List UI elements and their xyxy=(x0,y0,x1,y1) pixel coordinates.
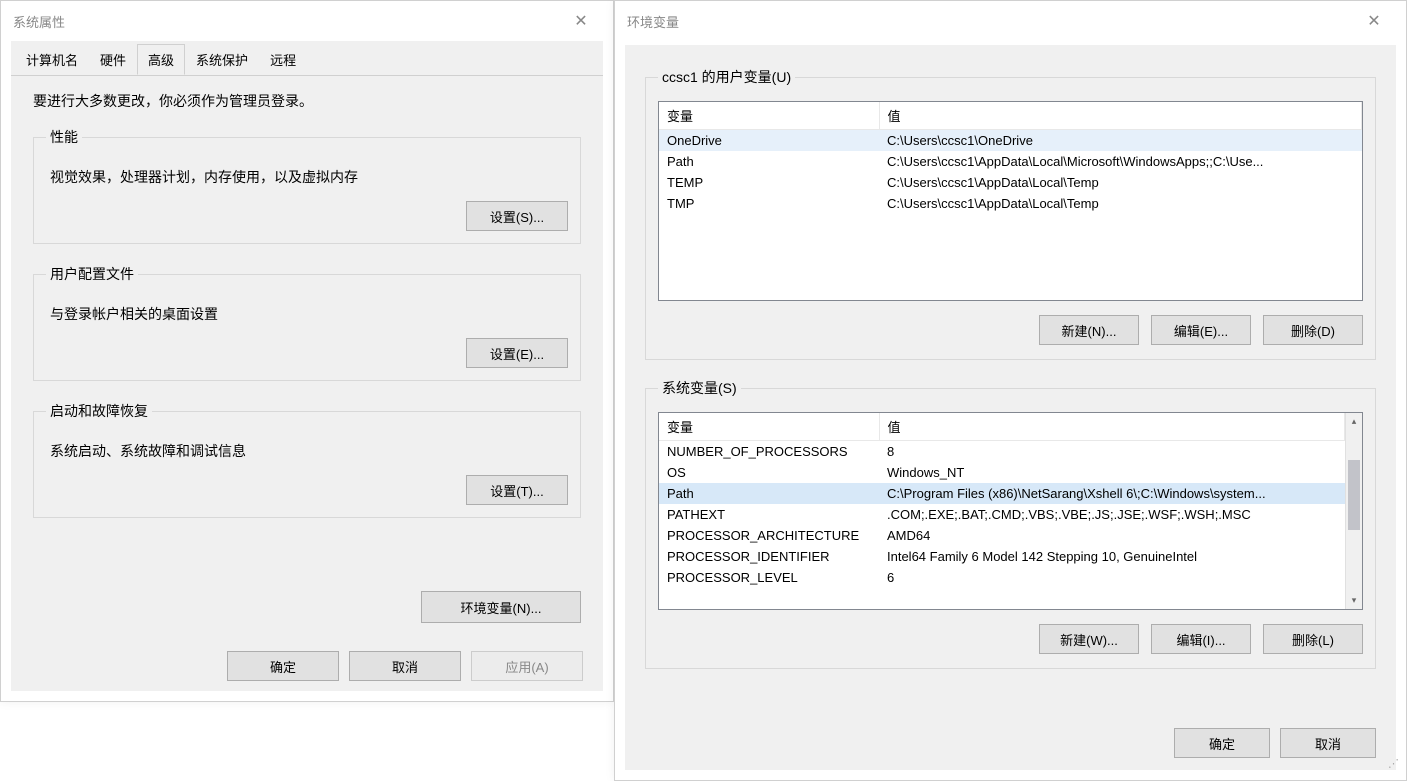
var-value-cell[interactable]: .COM;.EXE;.BAT;.CMD;.VBS;.VBE;.JS;.JSE;.… xyxy=(879,504,1345,525)
var-name-cell[interactable]: TMP xyxy=(659,193,879,214)
system-variables-table[interactable]: 变量 值 NUMBER_OF_PROCESSORS8OSWindows_NTPa… xyxy=(659,413,1345,588)
var-value-cell[interactable]: C:\Users\ccsc1\AppData\Local\Temp xyxy=(879,172,1362,193)
apply-button: 应用(A) xyxy=(471,651,583,681)
admin-note: 要进行大多数更改，你必须作为管理员登录。 xyxy=(33,91,581,111)
startup-recovery-desc: 系统启动、系统故障和调试信息 xyxy=(50,441,568,461)
tab-strip: 计算机名 硬件 高级 系统保护 远程 xyxy=(11,44,603,76)
sys-delete-button[interactable]: 删除(L) xyxy=(1263,624,1363,654)
user-profiles-legend: 用户配置文件 xyxy=(46,264,138,284)
user-profiles-settings-button[interactable]: 设置(E)... xyxy=(466,338,568,368)
table-header-row[interactable]: 变量 值 xyxy=(659,102,1362,130)
table-row[interactable]: PROCESSOR_LEVEL6 xyxy=(659,567,1345,588)
table-row[interactable]: NUMBER_OF_PROCESSORS8 xyxy=(659,441,1345,463)
sys-edit-button[interactable]: 编辑(I)... xyxy=(1151,624,1251,654)
var-name-cell[interactable]: OS xyxy=(659,462,879,483)
startup-recovery-settings-button[interactable]: 设置(T)... xyxy=(466,475,568,505)
system-properties-dialog: 系统属性 ✕ 计算机名 硬件 高级 系统保护 远程 要进行大多数更改，你必须作为… xyxy=(0,0,614,702)
col-value[interactable]: 值 xyxy=(879,413,1345,441)
var-value-cell[interactable]: 8 xyxy=(879,441,1345,463)
user-variables-legend: ccsc1 的用户变量(U) xyxy=(658,67,795,87)
cancel-button[interactable]: 取消 xyxy=(1280,728,1376,758)
env-dialog-buttons: 确定 取消 xyxy=(645,700,1376,758)
env-body: ccsc1 的用户变量(U) 变量 值 OneDriveC:\Users\ccs… xyxy=(625,45,1396,770)
ok-button[interactable]: 确定 xyxy=(227,651,339,681)
table-row[interactable]: TMPC:\Users\ccsc1\AppData\Local\Temp xyxy=(659,193,1362,214)
table-row[interactable]: PROCESSOR_ARCHITECTUREAMD64 xyxy=(659,525,1345,546)
table-row[interactable]: PathC:\Program Files (x86)\NetSarang\Xsh… xyxy=(659,483,1345,504)
performance-group: 性能 视觉效果，处理器计划，内存使用，以及虚拟内存 设置(S)... xyxy=(33,127,581,244)
system-properties-buttons: 确定 取消 应用(A) xyxy=(11,641,603,691)
user-delete-button[interactable]: 删除(D) xyxy=(1263,315,1363,345)
var-value-cell[interactable]: C:\Users\ccsc1\AppData\Local\Microsoft\W… xyxy=(879,151,1362,172)
var-name-cell[interactable]: PROCESSOR_LEVEL xyxy=(659,567,879,588)
scroll-down-icon[interactable]: ▾ xyxy=(1346,592,1362,609)
scroll-track[interactable] xyxy=(1346,430,1362,592)
tab-computer-name[interactable]: 计算机名 xyxy=(15,44,89,75)
system-variables-group: 系统变量(S) 变量 值 NUMBER_OF_PROCESSORS8OSWind… xyxy=(645,378,1376,669)
var-name-cell[interactable]: NUMBER_OF_PROCESSORS xyxy=(659,441,879,463)
col-variable[interactable]: 变量 xyxy=(659,102,879,130)
var-value-cell[interactable]: Intel64 Family 6 Model 142 Stepping 10, … xyxy=(879,546,1345,567)
tab-hardware[interactable]: 硬件 xyxy=(89,44,137,75)
titlebar[interactable]: 系统属性 ✕ xyxy=(1,1,613,41)
ok-button[interactable]: 确定 xyxy=(1174,728,1270,758)
performance-desc: 视觉效果，处理器计划，内存使用，以及虚拟内存 xyxy=(50,167,568,187)
table-row[interactable]: PROCESSOR_IDENTIFIERIntel64 Family 6 Mod… xyxy=(659,546,1345,567)
close-icon[interactable]: ✕ xyxy=(561,1,601,41)
tab-system-protection[interactable]: 系统保护 xyxy=(185,44,259,75)
var-name-cell[interactable]: OneDrive xyxy=(659,130,879,152)
scroll-thumb[interactable] xyxy=(1348,460,1360,530)
var-name-cell[interactable]: Path xyxy=(659,483,879,504)
table-header-row[interactable]: 变量 值 xyxy=(659,413,1345,441)
sys-vars-button-row: 新建(W)... 编辑(I)... 删除(L) xyxy=(658,624,1363,654)
var-value-cell[interactable]: 6 xyxy=(879,567,1345,588)
user-profiles-group: 用户配置文件 与登录帐户相关的桌面设置 设置(E)... xyxy=(33,264,581,381)
environment-variables-button[interactable]: 环境变量(N)... xyxy=(421,591,581,623)
table-row[interactable]: PathC:\Users\ccsc1\AppData\Local\Microso… xyxy=(659,151,1362,172)
system-properties-body: 计算机名 硬件 高级 系统保护 远程 要进行大多数更改，你必须作为管理员登录。 … xyxy=(11,41,603,641)
var-name-cell[interactable]: TEMP xyxy=(659,172,879,193)
performance-legend: 性能 xyxy=(46,127,82,147)
advanced-tab-content: 要进行大多数更改，你必须作为管理员登录。 性能 视觉效果，处理器计划，内存使用，… xyxy=(11,75,603,631)
user-profiles-desc: 与登录帐户相关的桌面设置 xyxy=(50,304,568,324)
col-value[interactable]: 值 xyxy=(879,102,1362,130)
user-variables-table[interactable]: 变量 值 OneDriveC:\Users\ccsc1\OneDrivePath… xyxy=(659,102,1362,214)
table-row[interactable]: OSWindows_NT xyxy=(659,462,1345,483)
var-name-cell[interactable]: PROCESSOR_IDENTIFIER xyxy=(659,546,879,567)
titlebar[interactable]: 环境变量 ✕ xyxy=(615,1,1406,41)
var-value-cell[interactable]: Windows_NT xyxy=(879,462,1345,483)
tab-advanced[interactable]: 高级 xyxy=(137,44,185,75)
system-variables-legend: 系统变量(S) xyxy=(658,378,741,398)
var-value-cell[interactable]: C:\Users\ccsc1\AppData\Local\Temp xyxy=(879,193,1362,214)
sys-new-button[interactable]: 新建(W)... xyxy=(1039,624,1139,654)
var-name-cell[interactable]: PATHEXT xyxy=(659,504,879,525)
scroll-up-icon[interactable]: ▴ xyxy=(1346,413,1362,430)
var-value-cell[interactable]: AMD64 xyxy=(879,525,1345,546)
table-row[interactable]: OneDriveC:\Users\ccsc1\OneDrive xyxy=(659,130,1362,152)
var-value-cell[interactable]: C:\Program Files (x86)\NetSarang\Xshell … xyxy=(879,483,1345,504)
table-row[interactable]: TEMPC:\Users\ccsc1\AppData\Local\Temp xyxy=(659,172,1362,193)
startup-recovery-legend: 启动和故障恢复 xyxy=(46,401,152,421)
dialog-title: 环境变量 xyxy=(627,12,1354,31)
startup-recovery-group: 启动和故障恢复 系统启动、系统故障和调试信息 设置(T)... xyxy=(33,401,581,518)
table-row[interactable]: PATHEXT.COM;.EXE;.BAT;.CMD;.VBS;.VBE;.JS… xyxy=(659,504,1345,525)
performance-settings-button[interactable]: 设置(S)... xyxy=(466,201,568,231)
vertical-scrollbar[interactable]: ▴ ▾ xyxy=(1345,413,1362,609)
var-value-cell[interactable]: C:\Users\ccsc1\OneDrive xyxy=(879,130,1362,152)
user-edit-button[interactable]: 编辑(E)... xyxy=(1151,315,1251,345)
tab-remote[interactable]: 远程 xyxy=(259,44,307,75)
dialog-title: 系统属性 xyxy=(13,12,561,31)
cancel-button[interactable]: 取消 xyxy=(349,651,461,681)
user-vars-button-row: 新建(N)... 编辑(E)... 删除(D) xyxy=(658,315,1363,345)
user-new-button[interactable]: 新建(N)... xyxy=(1039,315,1139,345)
var-name-cell[interactable]: Path xyxy=(659,151,879,172)
user-variables-group: ccsc1 的用户变量(U) 变量 值 OneDriveC:\Users\ccs… xyxy=(645,67,1376,360)
system-variables-table-wrap: 变量 值 NUMBER_OF_PROCESSORS8OSWindows_NTPa… xyxy=(658,412,1363,610)
var-name-cell[interactable]: PROCESSOR_ARCHITECTURE xyxy=(659,525,879,546)
col-variable[interactable]: 变量 xyxy=(659,413,879,441)
user-variables-table-wrap: 变量 值 OneDriveC:\Users\ccsc1\OneDrivePath… xyxy=(658,101,1363,301)
close-icon[interactable]: ✕ xyxy=(1354,1,1394,41)
environment-variables-dialog: 环境变量 ✕ ccsc1 的用户变量(U) 变量 值 OneDriveC:\Us… xyxy=(614,0,1407,781)
